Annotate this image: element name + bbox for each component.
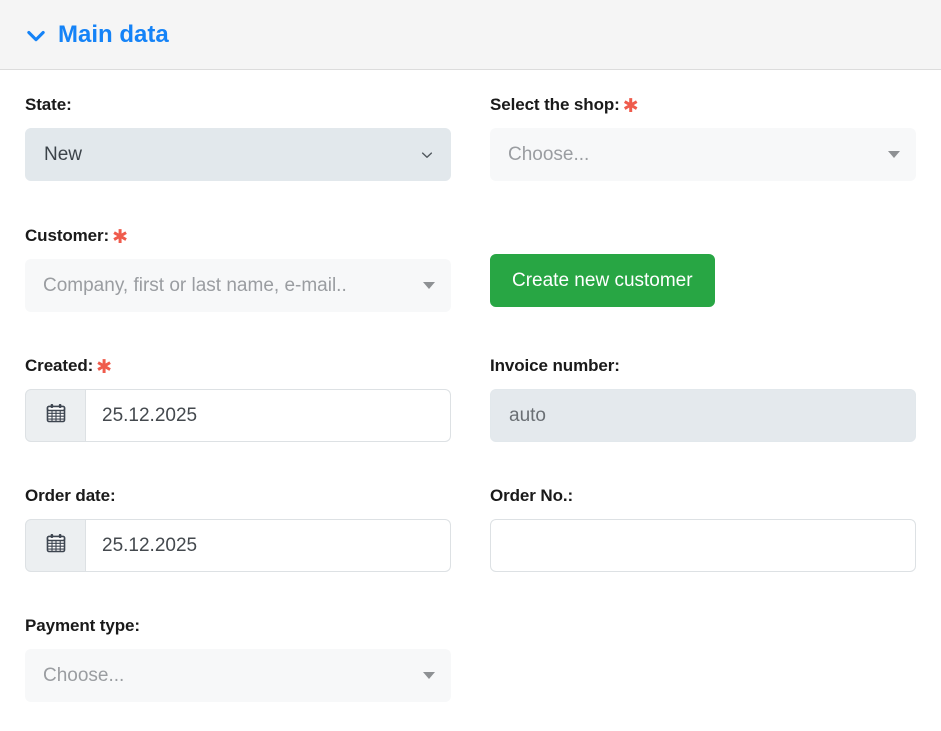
- order-date-label-text: Order date:: [25, 486, 116, 506]
- caret-down-icon: [888, 151, 900, 159]
- form-col-right-3: Invoice number:: [490, 355, 916, 443]
- form-col-right-2: Create new customer: [490, 225, 916, 312]
- order-date-input[interactable]: [86, 519, 451, 573]
- form-row-5: Payment type: Choose...: [25, 615, 916, 703]
- invoice-number-input: [490, 389, 916, 443]
- calendar-icon: [46, 403, 66, 428]
- created-date-input[interactable]: [86, 389, 451, 443]
- form-col-left-3: Created: ✱: [25, 355, 451, 443]
- shop-label: Select the shop: ✱: [490, 94, 916, 116]
- field-payment-type: Payment type: Choose...: [25, 615, 451, 703]
- row-spacer-3: [25, 442, 916, 485]
- customer-label: Customer: ✱: [25, 225, 451, 247]
- payment-type-select[interactable]: Choose...: [25, 649, 451, 703]
- shop-select[interactable]: Choose...: [490, 128, 916, 182]
- form-col-right-5: [490, 615, 916, 702]
- form-col-left-4: Order date:: [25, 485, 451, 573]
- button-label-spacer: [490, 225, 916, 254]
- state-label: State:: [25, 94, 451, 116]
- form-row-4: Order date: 25.12.2025 Order No.:: [25, 485, 916, 573]
- order-date-label: Order date:: [25, 485, 451, 507]
- form-col-left-5: Payment type: Choose...: [25, 615, 451, 703]
- form-row-2: Customer: ✱ Company, first or last name, …: [25, 225, 916, 313]
- caret-down-icon: [423, 282, 435, 290]
- payment-type-label: Payment type:: [25, 615, 451, 637]
- field-state: State: New: [25, 94, 451, 182]
- required-asterisk: ✱: [622, 96, 639, 117]
- form-col-right-1: Select the shop: ✱ Choose...: [490, 94, 916, 182]
- create-new-customer-button[interactable]: Create new customer: [490, 254, 715, 308]
- panel-header: Main data: [0, 0, 941, 70]
- required-asterisk: ✱: [96, 357, 112, 379]
- order-date-group: [25, 519, 451, 573]
- created-calendar-button[interactable]: [25, 389, 86, 443]
- customer-placeholder: Company, first or last name, e-mail..: [43, 274, 347, 296]
- shop-label-text: Select the shop:: [490, 95, 620, 114]
- order-date-calendar-button[interactable]: [25, 519, 86, 573]
- state-select[interactable]: New: [25, 128, 451, 182]
- created-label: Created: ✱: [25, 355, 451, 377]
- form-col-right-4: Order No.:: [490, 485, 916, 573]
- form-row-3: Created: ✱ 25.12.2025 Invoice number: au…: [25, 355, 916, 443]
- form-col-left-1: State: New: [25, 94, 451, 182]
- created-label-text: Created:: [25, 356, 94, 376]
- invoice-number-label-text: Invoice number:: [490, 356, 620, 376]
- row-spacer-1: [25, 181, 916, 225]
- row-spacer-2: [25, 312, 916, 355]
- form-col-left-2: Customer: ✱ Company, first or last name, …: [25, 225, 451, 313]
- caret-down-icon: [423, 672, 435, 680]
- form-row-1: State: New Select the shop: ✱ Choose...: [25, 94, 916, 182]
- main-data-form: State: New Select the shop: ✱ Choose... …: [0, 70, 941, 703]
- required-asterisk: ✱: [112, 227, 128, 249]
- row-spacer-4: [25, 572, 916, 615]
- main-data-toggle[interactable]: Main data: [25, 20, 169, 48]
- state-label-text: State:: [25, 95, 72, 114]
- field-invoice-number: Invoice number:: [490, 355, 916, 443]
- field-customer: Customer: ✱ Company, first or last name, …: [25, 225, 451, 313]
- customer-label-text: Customer:: [25, 226, 110, 246]
- calendar-icon: [46, 533, 66, 558]
- field-order-no: Order No.:: [490, 485, 916, 573]
- chevron-down-icon: [25, 25, 47, 47]
- order-no-label: Order No.:: [490, 485, 916, 507]
- payment-type-placeholder: Choose...: [43, 664, 125, 686]
- payment-type-label-text: Payment type:: [25, 616, 140, 636]
- field-shop: Select the shop: ✱ Choose...: [490, 94, 916, 182]
- state-select-wrap: New: [25, 128, 451, 182]
- customer-select[interactable]: Company, first or last name, e-mail..: [25, 259, 451, 313]
- invoice-number-label: Invoice number:: [490, 355, 916, 377]
- order-no-input[interactable]: [490, 519, 916, 573]
- created-date-group: [25, 389, 451, 443]
- field-created: Created: ✱: [25, 355, 451, 443]
- order-no-label-text: Order No.:: [490, 486, 574, 506]
- panel-title: Main data: [58, 20, 169, 48]
- field-order-date: Order date:: [25, 485, 451, 573]
- shop-placeholder: Choose...: [508, 143, 590, 165]
